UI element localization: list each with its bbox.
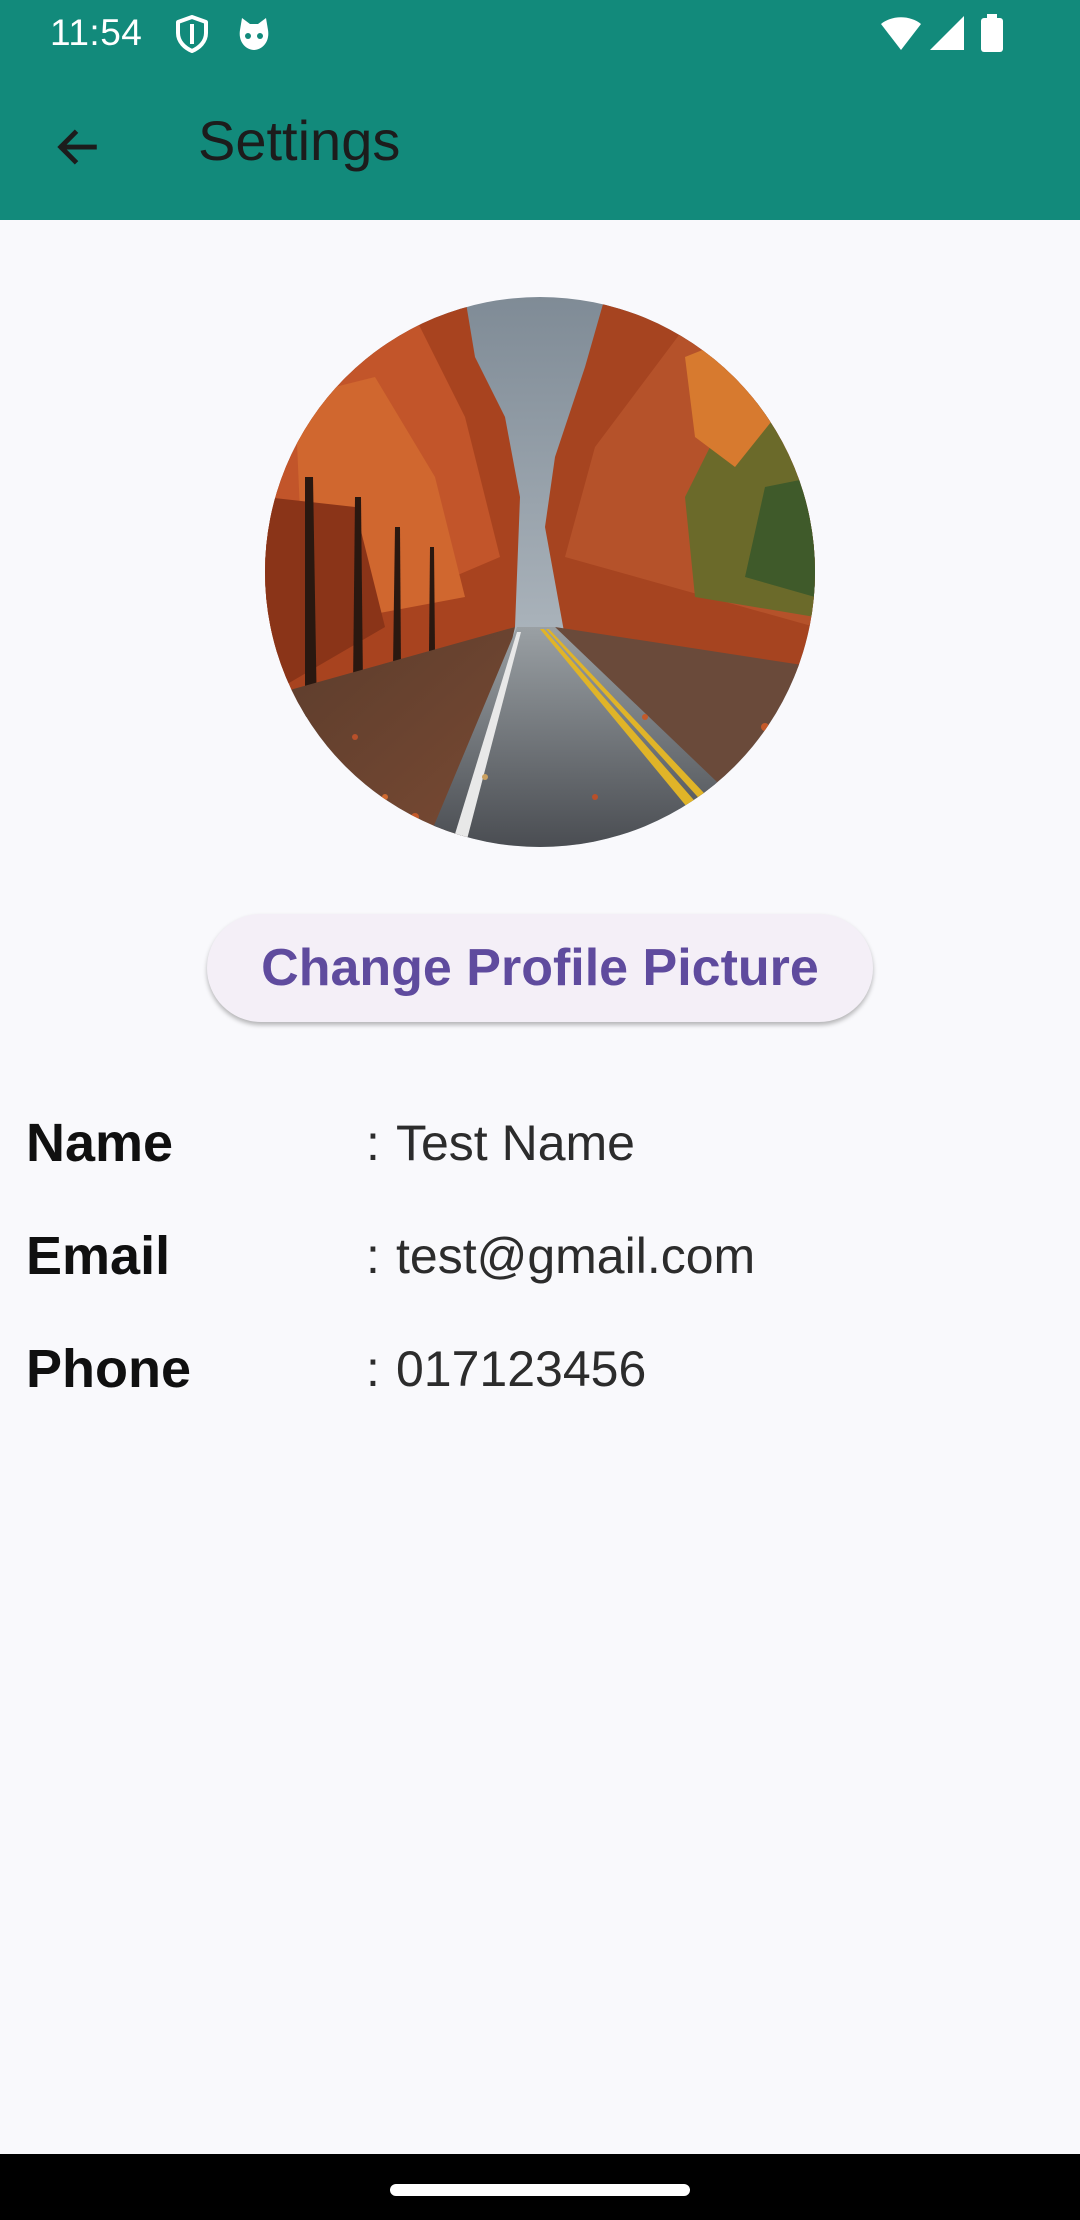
cellular-icon <box>928 14 966 54</box>
change-profile-picture-button[interactable]: Change Profile Picture <box>207 914 873 1022</box>
status-time: 11:54 <box>50 12 143 53</box>
profile-row-phone: Phone : 017123456 <box>0 1334 1080 1404</box>
profile-row-email: Email : test@gmail.com <box>0 1221 1080 1291</box>
shield-icon <box>172 14 212 54</box>
back-button[interactable] <box>30 100 124 194</box>
phone-value: 017123456 <box>396 1341 647 1397</box>
settings-screen: 11:54 Settings Change Profile Picture Na… <box>0 0 1080 2220</box>
profile-avatar <box>265 297 815 847</box>
name-value: Test Name <box>396 1115 635 1171</box>
battery-icon <box>980 14 1004 54</box>
home-gesture-handle[interactable] <box>390 2184 690 2196</box>
phone-separator: : <box>366 1341 380 1397</box>
arrow-left-icon <box>57 129 97 165</box>
email-label: Email <box>26 1226 171 1286</box>
email-value: test@gmail.com <box>396 1228 756 1284</box>
status-bar: 11:54 <box>0 0 1080 66</box>
profile-row-name: Name : Test Name <box>0 1108 1080 1178</box>
change-profile-picture-label: Change Profile Picture <box>261 939 819 997</box>
page-title: Settings <box>198 109 401 172</box>
app-bar: Settings <box>0 66 1080 220</box>
name-separator: : <box>366 1115 380 1171</box>
wifi-icon <box>880 14 922 54</box>
name-label: Name <box>26 1113 174 1173</box>
email-separator: : <box>366 1228 380 1284</box>
phone-label: Phone <box>26 1339 192 1399</box>
cat-face-icon <box>234 14 274 54</box>
system-navigation-bar <box>0 2154 1080 2220</box>
